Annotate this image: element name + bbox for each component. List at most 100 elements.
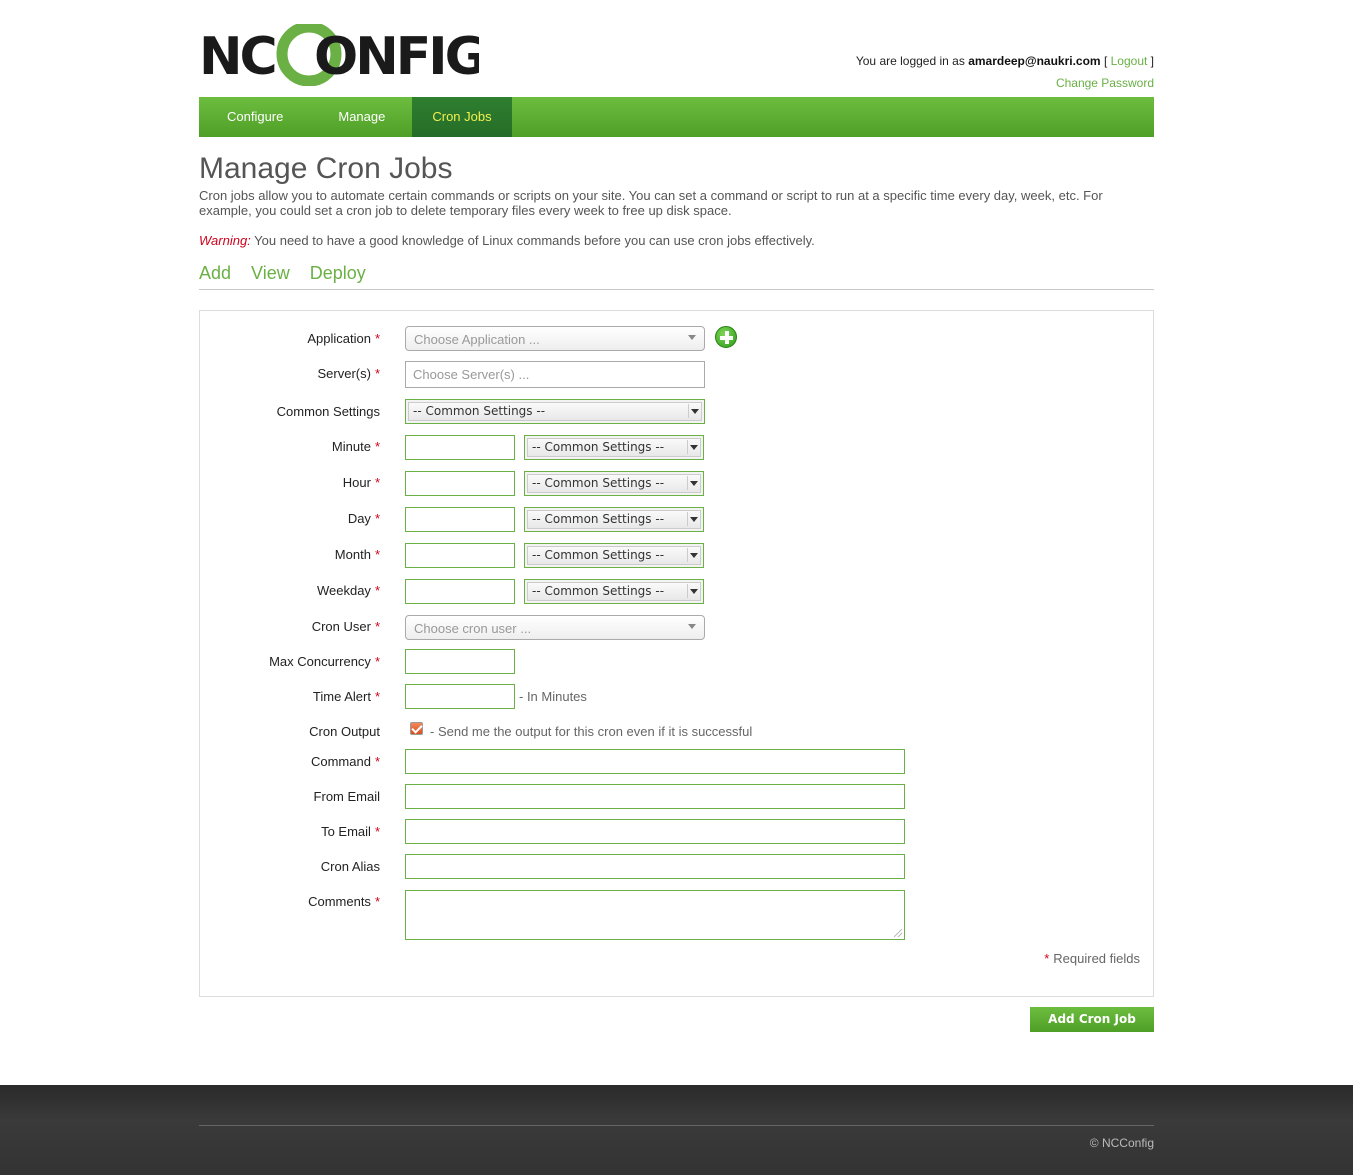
hour-select-value: -- Common Settings --: [532, 476, 665, 490]
svg-text:ONFIG: ONFIG: [314, 27, 479, 86]
time-alert-unit: - In Minutes: [519, 689, 587, 704]
resize-grip-icon[interactable]: [894, 929, 902, 937]
command-label-text: Command: [310, 754, 371, 769]
footer-divider: [199, 1125, 1154, 1126]
required-marker: *: [374, 754, 380, 769]
to-email-input[interactable]: [405, 819, 905, 844]
month-label: Month *: [335, 547, 380, 562]
weekday-select-value: -- Common Settings --: [532, 584, 665, 598]
logout-link[interactable]: Logout: [1111, 54, 1148, 68]
required-fields-note: * Required fields: [1044, 951, 1140, 966]
dropdown-arrow-icon: [687, 512, 699, 526]
warning-text: You need to have a good knowledge of Lin…: [250, 233, 815, 248]
day-select-value: -- Common Settings --: [532, 512, 665, 526]
max-concurrency-label: Max Concurrency *: [269, 654, 380, 669]
required-fields-text: Required fields: [1053, 951, 1140, 966]
ncconfig-logo[interactable]: NC ONFIG: [199, 24, 479, 86]
required-marker: *: [1044, 951, 1050, 966]
comments-label-text: Comments: [308, 894, 371, 909]
cron-output-checkbox[interactable]: [410, 722, 423, 735]
weekday-label: Weekday *: [317, 583, 380, 598]
nav-item-cron-jobs[interactable]: Cron Jobs: [412, 97, 512, 137]
required-marker: *: [374, 547, 380, 562]
common-settings-select[interactable]: -- Common Settings --: [405, 399, 705, 424]
warning-label: Warning:: [199, 233, 251, 248]
hour-input[interactable]: [405, 471, 515, 496]
month-select[interactable]: -- Common Settings --: [524, 543, 704, 568]
max-concurrency-label-text: Max Concurrency: [269, 654, 371, 669]
svg-text:NC: NC: [199, 27, 275, 86]
comments-textarea[interactable]: [405, 890, 905, 940]
minute-select[interactable]: -- Common Settings --: [524, 435, 704, 460]
required-marker: *: [374, 654, 380, 669]
dropdown-arrow-icon: [687, 476, 699, 490]
time-alert-input[interactable]: [405, 684, 515, 709]
required-marker: *: [374, 583, 380, 598]
minute-select-value: -- Common Settings --: [532, 440, 665, 454]
application-placeholder: Choose Application ...: [414, 332, 540, 347]
month-select-value: -- Common Settings --: [532, 548, 665, 562]
required-marker: *: [374, 331, 380, 346]
add-application-icon[interactable]: [715, 326, 737, 348]
minute-input[interactable]: [405, 435, 515, 460]
hour-select[interactable]: -- Common Settings --: [524, 471, 704, 496]
logo-graphic: NC ONFIG: [199, 24, 479, 86]
day-select[interactable]: -- Common Settings --: [524, 507, 704, 532]
weekday-select[interactable]: -- Common Settings --: [524, 579, 704, 604]
chevron-down-icon: [688, 624, 696, 629]
cron-output-label: Cron Output: [309, 724, 380, 739]
dropdown-arrow-icon: [687, 584, 699, 598]
servers-placeholder: Choose Server(s) ...: [413, 367, 530, 382]
day-label-text: Day: [347, 511, 371, 526]
common-settings-value: -- Common Settings --: [413, 404, 546, 418]
nav-item-manage[interactable]: Manage: [310, 97, 412, 137]
subtab-view[interactable]: View: [251, 263, 290, 289]
minute-label: Minute *: [332, 439, 380, 454]
main-nav: Configure Manage Cron Jobs: [199, 97, 1154, 137]
application-label-text: Application: [307, 331, 371, 346]
day-label: Day *: [348, 511, 380, 526]
footer: © NCConfig: [0, 1085, 1353, 1175]
username: amardeep@naukri.com: [968, 54, 1101, 68]
time-alert-label: Time Alert *: [313, 689, 380, 704]
command-input[interactable]: [405, 749, 905, 774]
common-settings-label: Common Settings: [276, 404, 380, 419]
application-select[interactable]: Choose Application ...: [405, 326, 705, 351]
subtabs: Add View Deploy: [199, 263, 1154, 290]
to-email-label: To Email *: [321, 824, 380, 839]
required-marker: *: [374, 366, 380, 381]
weekday-input[interactable]: [405, 579, 515, 604]
time-alert-label-text: Time Alert: [312, 689, 371, 704]
weekday-label-text: Weekday: [316, 583, 371, 598]
comments-label: Comments *: [308, 894, 380, 909]
user-info: You are logged in as amardeep@naukri.com…: [855, 54, 1154, 90]
command-label: Command *: [311, 754, 380, 769]
cron-user-select[interactable]: Choose cron user ...: [405, 615, 705, 640]
hour-label: Hour *: [343, 475, 380, 490]
change-password-link[interactable]: Change Password: [1056, 76, 1154, 90]
servers-input[interactable]: Choose Server(s) ...: [405, 361, 705, 388]
max-concurrency-input[interactable]: [405, 649, 515, 674]
dropdown-arrow-icon: [687, 440, 699, 454]
subtab-add[interactable]: Add: [199, 263, 231, 289]
minute-label-text: Minute: [331, 439, 371, 454]
nav-item-configure[interactable]: Configure: [199, 97, 310, 137]
dropdown-arrow-icon: [688, 404, 700, 418]
to-email-label-text: To Email: [321, 824, 371, 839]
required-marker: *: [374, 894, 380, 909]
dropdown-arrow-icon: [687, 548, 699, 562]
required-marker: *: [374, 824, 380, 839]
chevron-down-icon: [688, 335, 696, 340]
subtab-deploy[interactable]: Deploy: [310, 263, 366, 289]
cron-alias-input[interactable]: [405, 854, 905, 879]
add-cron-job-button[interactable]: Add Cron Job: [1030, 1007, 1154, 1032]
month-input[interactable]: [405, 543, 515, 568]
logged-in-prefix: You are logged in as: [855, 54, 965, 68]
page-description: Cron jobs allow you to automate certain …: [199, 188, 1103, 218]
cron-user-label-text: Cron User: [311, 619, 371, 634]
servers-label: Server(s) *: [317, 366, 380, 381]
cron-output-note: - Send me the output for this cron even …: [430, 724, 753, 739]
from-email-input[interactable]: [405, 784, 905, 809]
day-input[interactable]: [405, 507, 515, 532]
required-marker: *: [374, 511, 380, 526]
